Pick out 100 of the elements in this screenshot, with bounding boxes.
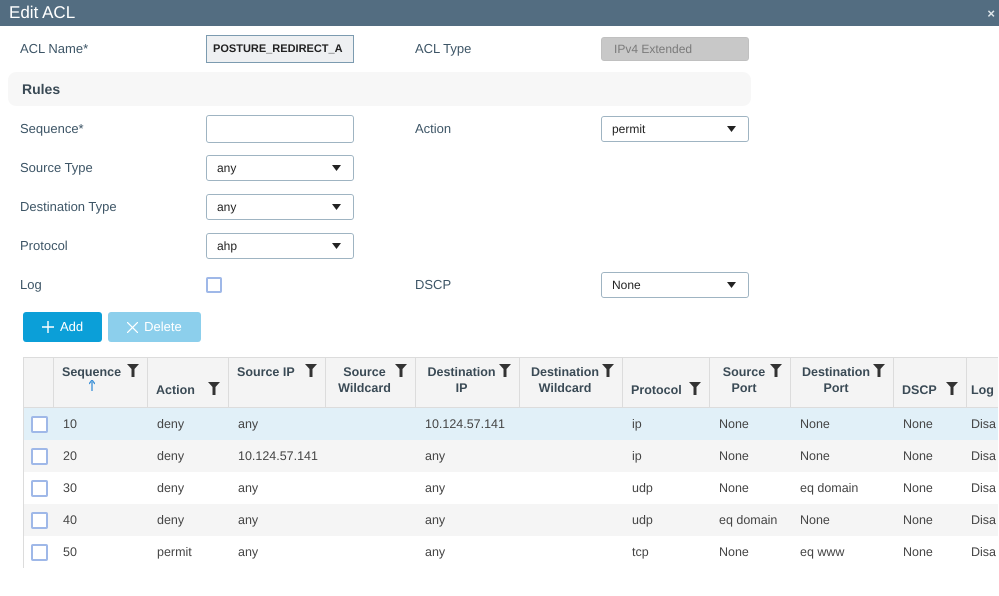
table-cell: 10.124.57.141 <box>425 416 505 431</box>
header-label: Protocol <box>631 382 682 398</box>
sequence-field[interactable] <box>206 115 354 143</box>
plus-icon <box>42 321 54 333</box>
row-checkbox[interactable] <box>30 448 48 464</box>
table-cell: None <box>800 448 830 463</box>
table-cell: Disa <box>971 544 996 559</box>
header-label: Sequence <box>62 364 122 380</box>
filter-icon[interactable] <box>602 364 614 377</box>
column-header[interactable]: Sequence <box>54 358 148 407</box>
table-row[interactable]: 20 deny 10.124.57.141 any ip None None None Disa <box>24 440 998 472</box>
filter-icon[interactable] <box>873 364 885 377</box>
column-header[interactable]: Protocol <box>623 358 710 407</box>
table-cell: udp <box>632 512 653 527</box>
header-label: Log <box>971 382 994 398</box>
table-cell: deny <box>157 480 184 495</box>
filter-icon[interactable] <box>946 382 958 395</box>
column-header[interactable]: Log <box>967 358 998 407</box>
table-cell: None <box>800 416 830 431</box>
table-cell: deny <box>157 512 184 527</box>
column-header[interactable]: Source IP <box>229 358 326 407</box>
table-cell: None <box>800 512 830 527</box>
header-label: Destination Port <box>800 364 872 396</box>
filter-icon[interactable] <box>127 364 139 377</box>
row-checkbox[interactable] <box>30 480 48 496</box>
table-cell: None <box>903 416 933 431</box>
column-header[interactable]: Source Port <box>710 358 791 407</box>
header-label: Source IP <box>237 364 295 380</box>
dropdown[interactable]: ahp <box>206 233 354 259</box>
field-label: Source Type <box>20 159 94 178</box>
header-label: Action <box>156 382 195 398</box>
field-label: Log <box>20 276 43 294</box>
filter-icon[interactable] <box>689 382 701 395</box>
table-cell: eq domain <box>800 480 858 495</box>
column-header[interactable]: Destination IP <box>416 358 520 407</box>
table-cell: None <box>719 416 749 431</box>
table-cell: any <box>238 544 258 559</box>
table-cell: 40 <box>63 512 77 527</box>
table-cell: any <box>425 480 446 495</box>
table-cell: any <box>425 544 446 559</box>
table-cell: None <box>719 448 749 463</box>
caret-icon <box>332 165 341 171</box>
column-header[interactable]: DSCP <box>894 358 967 407</box>
table-cell: any <box>238 512 258 527</box>
filter-icon[interactable] <box>395 364 407 377</box>
table-cell: any <box>425 448 446 463</box>
header-label: Source Port <box>722 364 766 396</box>
header-label: Destination IP <box>426 364 497 396</box>
filter-icon[interactable] <box>208 382 220 395</box>
column-header[interactable]: Destination Wildcard <box>520 358 623 407</box>
dropdown[interactable]: None <box>601 272 749 298</box>
column-header[interactable]: Destination Port <box>791 358 894 407</box>
filter-icon[interactable] <box>305 364 317 377</box>
sort-arrow-icon[interactable] <box>88 380 95 391</box>
table-cell: None <box>903 480 933 495</box>
table-cell: deny <box>157 448 184 463</box>
dropdown[interactable]: any <box>206 194 354 220</box>
caret-icon <box>727 282 736 288</box>
table-cell: Disa <box>971 512 996 527</box>
caret-icon <box>332 243 341 249</box>
filter-icon[interactable] <box>499 364 511 377</box>
table-cell: deny <box>157 416 184 431</box>
table-cell: None <box>719 544 749 559</box>
close-button[interactable]: × <box>987 6 995 20</box>
table-cell: any <box>238 480 258 495</box>
checkbox[interactable] <box>206 277 222 293</box>
table-cell: None <box>903 512 933 527</box>
field-label: DSCP <box>415 276 452 294</box>
field-label: Destination Type <box>20 198 118 216</box>
close-icon <box>127 322 138 332</box>
table-cell: any <box>425 512 446 527</box>
header-label: Destination Wildcard <box>530 364 600 396</box>
section-title: Rules <box>22 80 60 98</box>
row-checkbox[interactable] <box>30 512 48 528</box>
header-label: Source Wildcard <box>337 364 392 396</box>
filter-icon[interactable] <box>770 364 782 377</box>
field-label: Sequence* <box>20 120 85 138</box>
table-cell: 20 <box>63 448 77 463</box>
caret-icon <box>332 204 341 210</box>
table-cell: udp <box>632 480 653 495</box>
column-header[interactable]: Source Wildcard <box>326 358 416 407</box>
table-cell: any <box>238 416 258 431</box>
table-cell: None <box>719 480 749 495</box>
table-row[interactable]: 40 deny any any udp eq domain None None Disa <box>24 504 998 536</box>
row-checkbox[interactable] <box>30 416 48 432</box>
header-label: DSCP <box>902 382 937 398</box>
row-checkbox[interactable] <box>30 544 48 560</box>
table-cell: 10.124.57.141 <box>238 448 318 463</box>
dropdown[interactable]: permit <box>601 116 749 142</box>
table-cell: ip <box>632 416 642 431</box>
table-cell: 30 <box>63 480 77 495</box>
table-cell: tcp <box>632 544 649 559</box>
column-header[interactable]: Action <box>148 358 229 407</box>
table-cell: Disa <box>971 448 996 463</box>
dropdown[interactable]: any <box>206 155 354 181</box>
table-cell: 10 <box>63 416 77 431</box>
table-row[interactable]: 10 deny any 10.124.57.141 ip None None None Disa <box>24 408 998 440</box>
acl-name-field[interactable]: POSTURE_REDIRECT_A <box>206 35 354 63</box>
table-cell: Disa <box>971 480 996 495</box>
table-cell: eq www <box>800 544 844 559</box>
